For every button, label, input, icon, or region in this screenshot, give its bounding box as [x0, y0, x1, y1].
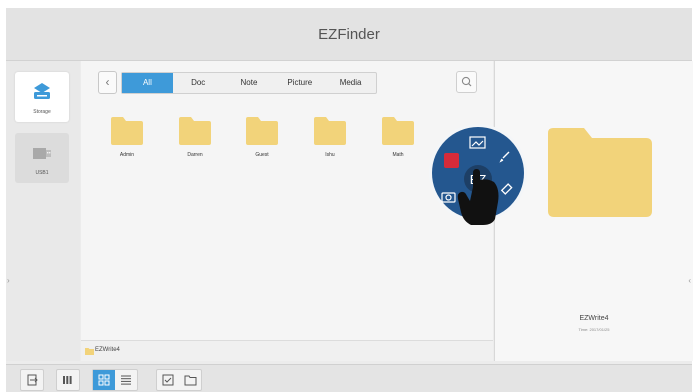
select-button[interactable]	[157, 370, 179, 390]
expand-right-icon[interactable]: ‹	[688, 276, 691, 285]
folder-name: Darren	[187, 152, 203, 158]
new-folder-icon	[184, 375, 196, 386]
tab-all[interactable]: All	[122, 73, 173, 93]
search-icon	[461, 76, 472, 87]
storage-icon	[34, 83, 50, 99]
columns-view-button[interactable]	[57, 370, 79, 390]
tab-picture[interactable]: Picture	[274, 73, 325, 93]
title-bar: EZFinder	[6, 8, 692, 61]
columns-view-icon	[63, 376, 72, 384]
folder-name: Math	[392, 152, 404, 158]
folder-name: Admin	[119, 152, 135, 158]
new-folder-button[interactable]	[179, 370, 201, 390]
exit-icon	[27, 374, 38, 386]
expand-left-icon[interactable]: ›	[7, 276, 10, 285]
folder-name: Guest	[255, 152, 269, 158]
list-view-button[interactable]	[115, 370, 137, 390]
app-title: EZFinder	[318, 26, 380, 43]
folder-icon	[382, 117, 414, 145]
filter-tabs: All Doc Note Picture Media	[121, 72, 377, 94]
tab-doc[interactable]: Doc	[173, 73, 224, 93]
search-button[interactable]	[456, 71, 477, 93]
folder-item[interactable]: Guest	[242, 115, 282, 163]
folder-item[interactable]: Darren	[175, 115, 215, 163]
preview-file-name: EZWrite4	[579, 315, 609, 322]
action-group	[156, 369, 202, 391]
sidebar-item-storage[interactable]: Storage	[15, 72, 69, 122]
exit-group	[20, 369, 44, 391]
exit-button[interactable]	[21, 370, 43, 390]
sidebar: Storage USB1	[6, 61, 80, 361]
columns-group	[56, 369, 80, 391]
record-icon[interactable]	[444, 153, 459, 168]
tab-media[interactable]: Media	[325, 73, 376, 93]
folder-preview-icon	[548, 128, 652, 217]
back-button[interactable]: ‹	[98, 71, 117, 94]
current-path: EZWrite4	[95, 347, 120, 353]
folder-icon	[111, 117, 143, 145]
ezfinder-window: EZFinder Storage USB1 › ‹ All Doc Note P…	[6, 8, 693, 392]
list-view-icon	[121, 375, 131, 385]
view-group	[92, 369, 138, 391]
folder-icon	[314, 117, 346, 145]
folder-item[interactable]: Admin	[107, 115, 147, 163]
usb-drive-icon	[33, 148, 51, 159]
sidebar-item-label: Storage	[33, 109, 51, 115]
folder-item[interactable]: Ishu	[310, 115, 350, 163]
sidebar-item-label: USB1	[35, 170, 49, 176]
status-bar: EZWrite4	[81, 340, 493, 361]
select-icon	[162, 374, 174, 386]
chevron-left-icon: ‹	[105, 75, 110, 89]
bottom-toolbar	[6, 364, 692, 392]
folder-icon	[179, 117, 211, 145]
folder-name: Ishu	[325, 152, 335, 158]
sidebar-item-usb1[interactable]: USB1	[15, 133, 69, 183]
tab-note[interactable]: Note	[224, 73, 275, 93]
ez-floating-menu[interactable]: EZ	[428, 121, 529, 229]
folder-item[interactable]: Math	[378, 115, 418, 163]
preview-file-time: Time: 2017/01/25	[578, 327, 610, 332]
grid-view-icon	[98, 374, 110, 386]
folder-icon	[246, 117, 278, 145]
grid-view-button[interactable]	[93, 370, 115, 390]
folder-icon	[85, 348, 94, 355]
